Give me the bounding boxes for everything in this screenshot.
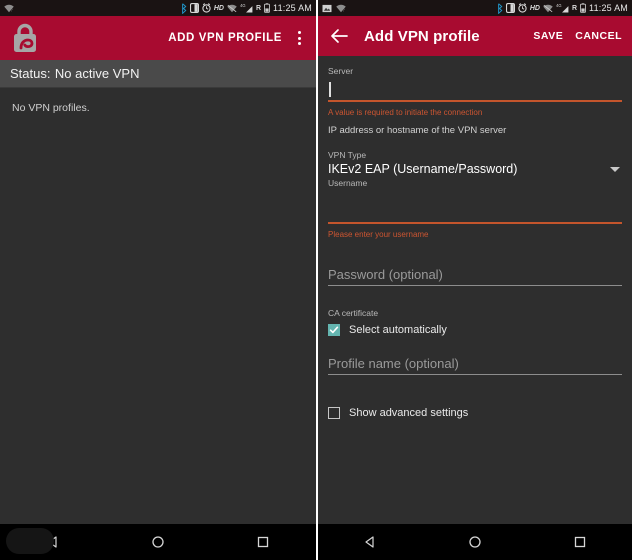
profile-name-field: Profile name (optional) [328, 352, 622, 375]
vpn-type-selected-value: IKEv2 EAP (Username/Password) [328, 162, 518, 176]
svg-text:?: ? [342, 7, 345, 12]
bluetooth-icon [496, 2, 503, 14]
status-value: No active VPN [54, 66, 140, 81]
dual-screenshot-container: ? HD 4G R 11:25 AM ADD VPN PROFILE Statu… [0, 0, 632, 560]
password-placeholder: Password (optional) [328, 266, 443, 282]
right-phone-screen: ? HD 4G R 11:25 AM Add VPN profile SAVE … [318, 0, 632, 560]
svg-text:4G: 4G [556, 3, 561, 8]
battery-icon [580, 3, 586, 13]
status-bar-clock: 11:25 AM [273, 3, 312, 13]
server-label: Server [328, 66, 354, 76]
right-status-bar: ? HD 4G R 11:25 AM [318, 0, 632, 16]
profile-name-placeholder: Profile name (optional) [328, 355, 459, 371]
left-status-bar: ? HD 4G R 11:25 AM [0, 0, 316, 16]
server-help-text: IP address or hostname of the VPN server [328, 125, 507, 136]
left-navigation-bar [0, 524, 316, 560]
profile-name-input[interactable]: Profile name (optional) [328, 352, 622, 374]
back-arrow-icon[interactable] [328, 25, 350, 47]
username-field: Username Please enter your username [328, 178, 622, 241]
show-advanced-settings-row[interactable]: Show advanced settings [328, 403, 622, 423]
add-vpn-profile-form: Server A value is required to initiate t… [318, 56, 632, 423]
show-advanced-settings-label: Show advanced settings [349, 407, 469, 419]
nav-home-circle-icon[interactable] [462, 529, 488, 555]
select-automatically-row[interactable]: Select automatically [328, 320, 622, 340]
password-input[interactable]: Password (optional) [328, 263, 622, 285]
roaming-icon: R [571, 4, 578, 12]
page-title: Add VPN profile [364, 27, 480, 45]
password-field: Password (optional) [328, 263, 622, 286]
svg-text:?: ? [10, 7, 13, 12]
vpn-status-band: Status: No active VPN [0, 60, 316, 88]
password-underline [328, 285, 622, 286]
server-field: Server A value is required to initiate t… [328, 66, 622, 138]
empty-profiles-message: No VPN profiles. [12, 102, 90, 114]
show-advanced-settings-checkbox[interactable] [328, 407, 340, 419]
vpn-type-label: VPN Type [328, 150, 367, 160]
nav-recents-square-icon[interactable] [567, 529, 593, 555]
vpn-profile-list: No VPN profiles. [0, 88, 316, 128]
chevron-down-icon[interactable] [610, 166, 620, 172]
app-bar-actions: SAVE CANCEL [533, 30, 624, 42]
alarm-icon [518, 3, 527, 13]
hd-voice-icon: HD [529, 4, 540, 12]
username-label: Username [328, 178, 368, 188]
overflow-menu-icon[interactable] [290, 26, 308, 50]
right-navigation-bar [318, 524, 632, 560]
cell-signal-icon: 4G [240, 3, 253, 13]
status-bar-left-icons: ? [4, 4, 14, 13]
server-error-text: A value is required to initiate the conn… [328, 108, 483, 117]
select-automatically-label: Select automatically [349, 324, 447, 336]
nav-home-circle-icon[interactable] [145, 529, 171, 555]
status-bar-clock: 11:25 AM [589, 3, 628, 13]
ca-certificate-label: CA certificate [328, 308, 379, 318]
status-label: Status: [10, 66, 51, 81]
screenshot-icon [322, 4, 332, 13]
username-error-text: Please enter your username [328, 230, 429, 239]
save-button[interactable]: SAVE [533, 30, 563, 42]
profile-name-underline [328, 374, 622, 375]
nav-back-triangle-icon[interactable] [357, 529, 383, 555]
nav-pill-highlight [6, 528, 54, 554]
status-bar-left-icons-right: ? [322, 4, 346, 13]
left-phone-screen: ? HD 4G R 11:25 AM ADD VPN PROFILE Statu… [0, 0, 316, 560]
svg-text:4G: 4G [240, 3, 245, 8]
battery-icon [264, 3, 270, 13]
strongswan-padlock-logo [8, 21, 42, 55]
text-cursor [329, 81, 331, 97]
add-vpn-profile-button[interactable]: ADD VPN PROFILE [168, 32, 282, 44]
ca-certificate-field: CA certificate Select automatically [328, 308, 622, 340]
vibrate-mode-icon [189, 3, 199, 13]
wifi-no-internet-icon: ? [336, 4, 346, 13]
left-app-bar: ADD VPN PROFILE [0, 16, 316, 60]
roaming-icon: R [255, 4, 262, 12]
nav-recents-square-icon[interactable] [250, 529, 276, 555]
cancel-button[interactable]: CANCEL [575, 30, 622, 42]
vibrate-mode-icon [505, 3, 515, 13]
server-input[interactable] [328, 78, 622, 100]
status-bar-right-icons-right: HD 4G R 11:25 AM [496, 2, 628, 14]
cell-signal-icon: 4G [556, 3, 569, 13]
alarm-icon [202, 3, 211, 13]
vpn-type-field: VPN Type IKEv2 EAP (Username/Password) [328, 150, 622, 176]
hd-voice-icon: HD [213, 4, 224, 12]
vpn-type-select[interactable]: IKEv2 EAP (Username/Password) [328, 162, 622, 176]
right-app-bar: Add VPN profile SAVE CANCEL [318, 16, 632, 56]
select-automatically-checkbox[interactable] [328, 324, 340, 336]
wifi-off-icon [227, 4, 237, 13]
status-bar-right-icons: HD 4G R 11:25 AM [180, 2, 312, 14]
wifi-no-internet-icon: ? [4, 4, 14, 13]
username-input[interactable] [328, 190, 622, 212]
wifi-off-icon [543, 4, 553, 13]
bluetooth-icon [180, 2, 187, 14]
